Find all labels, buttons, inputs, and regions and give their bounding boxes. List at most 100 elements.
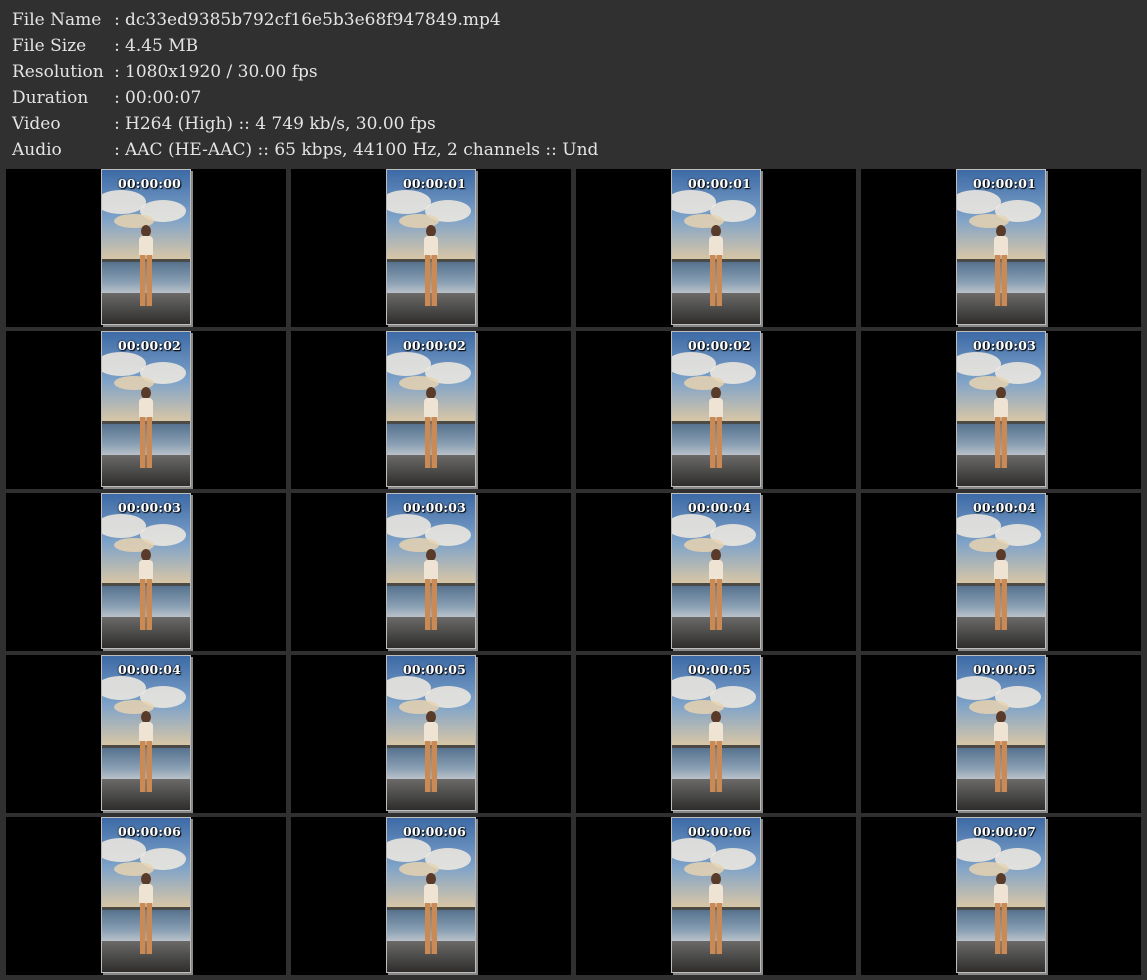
person-body [424, 398, 438, 419]
info-value: dc33ed9385b792cf16e5b3e68f947849.mp4 [125, 10, 501, 30]
video-frame: 00:00:06 [671, 817, 761, 973]
info-key: Duration [12, 88, 89, 108]
person-legs [140, 741, 152, 792]
person-body [424, 560, 438, 581]
frame-timestamp: 00:00:05 [972, 662, 1036, 677]
person-legs [140, 255, 152, 306]
person-body [709, 722, 723, 743]
info-key: Video [12, 114, 61, 134]
thumbnail-cell: 00:00:02 [6, 331, 286, 489]
info-key: Resolution [12, 62, 104, 82]
frame-timestamp: 00:00:02 [687, 338, 751, 353]
person-body [994, 560, 1008, 581]
video-frame: 00:00:02 [386, 331, 476, 487]
thumbnail-cell: 00:00:03 [291, 493, 571, 651]
video-frame: 00:00:04 [956, 493, 1046, 649]
info-separator: : [114, 10, 120, 30]
person-legs [710, 579, 722, 630]
info-separator: : [114, 88, 120, 108]
frame-person [990, 873, 1012, 954]
thumbnail-cell: 00:00:02 [576, 331, 856, 489]
frame-person [135, 873, 157, 954]
frame-timestamp: 00:00:01 [972, 176, 1036, 191]
info-separator: : [114, 114, 120, 134]
video-frame: 00:00:01 [956, 169, 1046, 325]
person-legs [995, 903, 1007, 954]
frame-timestamp: 00:00:05 [402, 662, 466, 677]
person-legs [710, 255, 722, 306]
thumbnail-cell: 00:00:05 [291, 655, 571, 813]
frame-person [990, 387, 1012, 468]
info-value: 00:00:07 [125, 88, 202, 108]
frame-timestamp: 00:00:01 [402, 176, 466, 191]
video-frame: 00:00:02 [671, 331, 761, 487]
frame-timestamp: 00:00:04 [117, 662, 181, 677]
person-body [709, 560, 723, 581]
person-legs [140, 417, 152, 468]
person-body [139, 722, 153, 743]
frame-person [705, 873, 727, 954]
person-legs [995, 417, 1007, 468]
frame-timestamp: 00:00:01 [687, 176, 751, 191]
person-legs [995, 579, 1007, 630]
person-body [709, 398, 723, 419]
frame-person [135, 711, 157, 792]
video-frame: 00:00:05 [386, 655, 476, 811]
frame-timestamp: 00:00:04 [972, 500, 1036, 515]
thumbnail-cell: 00:00:01 [291, 169, 571, 327]
person-body [994, 884, 1008, 905]
person-legs [710, 417, 722, 468]
thumbnail-cell: 00:00:06 [576, 817, 856, 975]
person-body [994, 722, 1008, 743]
person-legs [710, 741, 722, 792]
person-body [994, 236, 1008, 257]
frame-timestamp: 00:00:02 [402, 338, 466, 353]
person-legs [140, 903, 152, 954]
frame-person [135, 225, 157, 306]
person-legs [425, 255, 437, 306]
person-body [709, 884, 723, 905]
frame-person [420, 225, 442, 306]
person-legs [425, 903, 437, 954]
thumbnail-cell: 00:00:02 [291, 331, 571, 489]
frame-person [135, 387, 157, 468]
frame-timestamp: 00:00:05 [687, 662, 751, 677]
info-separator: : [114, 62, 120, 82]
video-frame: 00:00:00 [101, 169, 191, 325]
frame-timestamp: 00:00:06 [402, 824, 466, 839]
person-body [994, 398, 1008, 419]
person-legs [140, 579, 152, 630]
person-legs [425, 579, 437, 630]
person-body [424, 884, 438, 905]
thumbnail-cell: 00:00:04 [576, 493, 856, 651]
thumbnail-cell: 00:00:00 [6, 169, 286, 327]
frame-timestamp: 00:00:04 [687, 500, 751, 515]
frame-person [705, 711, 727, 792]
frame-person [420, 549, 442, 630]
person-body [424, 722, 438, 743]
video-frame: 00:00:04 [101, 655, 191, 811]
video-frame: 00:00:07 [956, 817, 1046, 973]
frame-timestamp: 00:00:00 [117, 176, 181, 191]
person-body [709, 236, 723, 257]
video-frame: 00:00:01 [671, 169, 761, 325]
person-legs [995, 255, 1007, 306]
frame-timestamp: 00:00:03 [972, 338, 1036, 353]
person-body [424, 236, 438, 257]
video-frame: 00:00:03 [386, 493, 476, 649]
person-body [139, 560, 153, 581]
info-value: 1080x1920 / 30.00 fps [125, 62, 318, 82]
frame-person [990, 225, 1012, 306]
video-frame: 00:00:06 [101, 817, 191, 973]
video-frame: 00:00:01 [386, 169, 476, 325]
person-legs [995, 741, 1007, 792]
info-key: File Name [12, 10, 102, 30]
frame-timestamp: 00:00:06 [687, 824, 751, 839]
info-key: Audio [12, 140, 62, 160]
thumbnail-cell: 00:00:04 [6, 655, 286, 813]
info-key: File Size [12, 36, 87, 56]
thumbnail-grid: 00:00:00 00:00:01 00:00:01 00:00:01 00:00:02… [6, 169, 1141, 975]
person-legs [710, 903, 722, 954]
person-body [139, 884, 153, 905]
thumbnail-cell: 00:00:03 [6, 493, 286, 651]
